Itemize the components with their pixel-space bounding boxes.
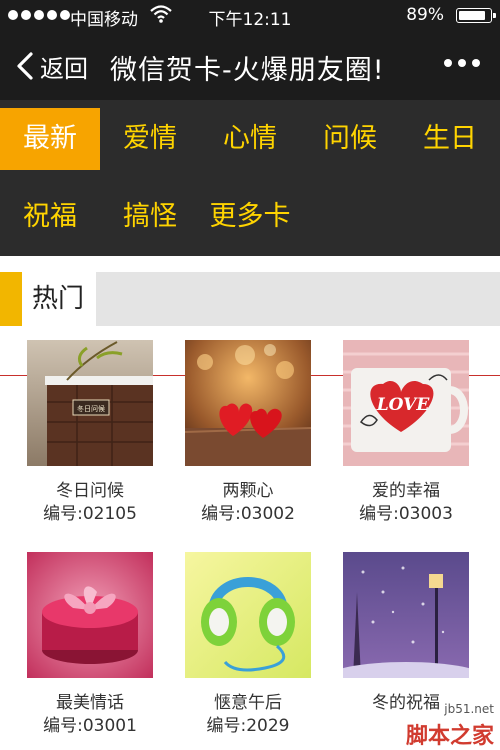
category-tab-greeting[interactable]: 问候 — [300, 108, 400, 170]
card-code: 编号:03001 — [43, 716, 137, 736]
category-tab-love[interactable]: 爱情 — [100, 108, 200, 170]
back-label: 返回 — [40, 54, 88, 83]
card-thumbnail-winter-night — [343, 552, 469, 678]
category-tab-more-cards[interactable]: 更多卡 — [200, 186, 300, 248]
card-name: 爱的幸福 — [372, 481, 440, 501]
more-dots-icon[interactable] — [444, 59, 480, 67]
back-chevron-icon — [17, 52, 33, 80]
nav-bar: 返回 微信贺卡-火爆朋友圈! — [0, 32, 500, 100]
card-item[interactable]: 最美情话 编号:03001 — [11, 552, 169, 738]
card-code: 编号:03003 — [359, 504, 453, 524]
section-accent-bar — [0, 272, 22, 326]
category-tab-birthday[interactable]: 生日 — [400, 108, 500, 170]
category-tab-mood[interactable]: 心情 — [200, 108, 300, 170]
card-item[interactable]: LOVE 爱的幸福 编号:03003 — [327, 340, 485, 526]
card-item[interactable]: 两颗心 编号:03002 — [169, 340, 327, 526]
watermark-site: jb51.net — [444, 702, 494, 716]
card-name: 惬意午后 — [214, 693, 282, 713]
section-divider — [96, 272, 500, 326]
category-tab-funny[interactable]: 搞怪 — [100, 186, 200, 248]
card-code: 编号:02105 — [43, 504, 137, 524]
battery-icon — [456, 8, 496, 23]
card-thumbnail-headphones — [185, 552, 311, 678]
page-title: 微信贺卡-火爆朋友圈! — [110, 55, 385, 86]
status-bar: 中国移动 下午12:11 89% — [0, 0, 500, 32]
card-code: 编号:03002 — [201, 504, 295, 524]
battery-percent: 89% — [406, 5, 444, 25]
card-thumbnail-gift-box — [27, 552, 153, 678]
back-button[interactable]: 返回 — [14, 48, 88, 84]
card-thumbnail-love-mug: LOVE — [343, 340, 469, 466]
card-name: 冬日问候 — [56, 481, 124, 501]
watermark-brand: 脚本之家 — [405, 724, 494, 749]
card-name: 最美情话 — [56, 693, 124, 713]
card-item[interactable]: 惬意午后 编号:2029 — [169, 552, 327, 738]
card-code: 编号:2029 — [206, 716, 290, 736]
love-mug-text: LOVE — [376, 395, 431, 415]
category-menu: 最新 爱情 心情 问候 生日 祝福 搞怪 更多卡 — [0, 100, 500, 256]
card-name: 两颗心 — [222, 481, 274, 501]
winter-sign-text: 冬日问候 — [77, 404, 105, 413]
card-item[interactable]: 冬日问候 冬日问候 编号:02105 — [11, 340, 169, 526]
category-tab-blessing[interactable]: 祝福 — [0, 186, 100, 248]
watermark: jb51.net 脚本之家 — [396, 702, 496, 749]
card-thumbnail-winter: 冬日问候 — [27, 340, 153, 466]
section-title: 热门 — [31, 284, 84, 314]
section-header: 热门 — [0, 272, 500, 326]
category-tab-newest[interactable]: 最新 — [0, 108, 100, 170]
card-thumbnail-hearts — [185, 340, 311, 466]
